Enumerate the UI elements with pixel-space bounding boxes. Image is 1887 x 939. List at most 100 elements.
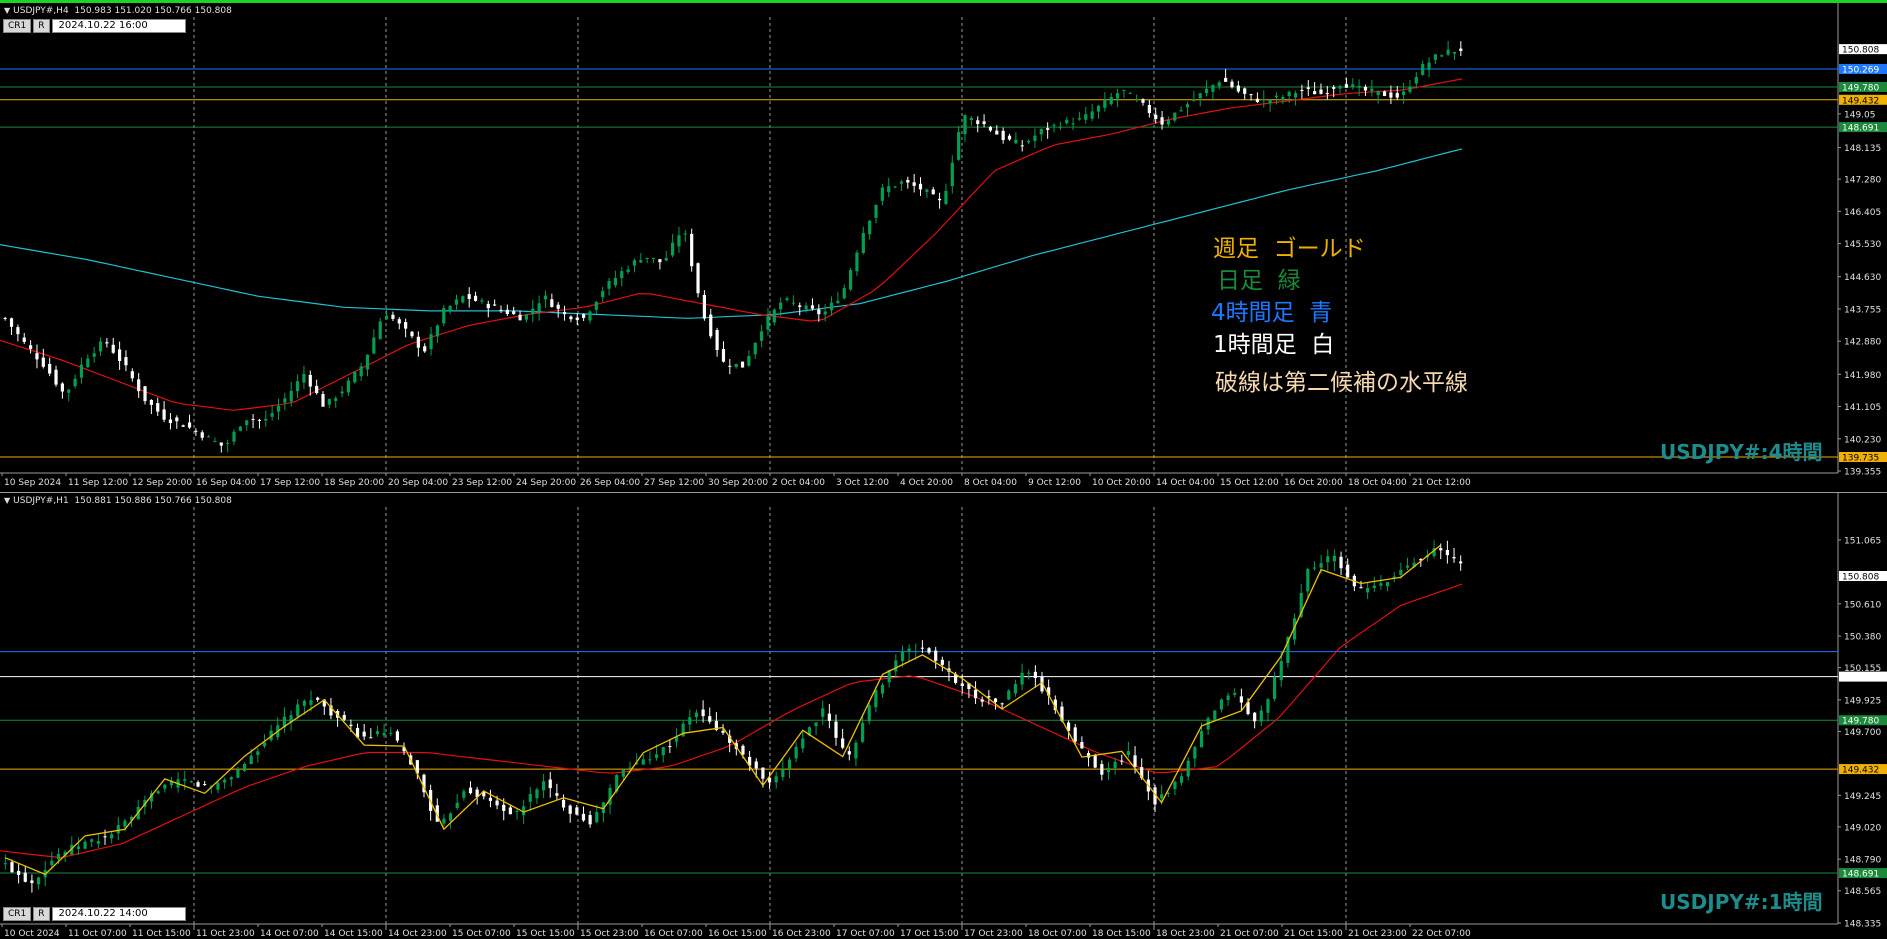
candle-body	[548, 779, 552, 789]
candle-body	[116, 825, 120, 834]
candle-body	[480, 300, 484, 302]
candle-body	[1382, 91, 1387, 96]
candle-body	[1402, 91, 1406, 96]
candle-body	[1160, 794, 1164, 799]
y-tick-label: 148.565	[1844, 887, 1881, 897]
legend-h1: 1時間足 白	[1213, 332, 1335, 358]
candle-body	[607, 281, 611, 289]
h4-chart-pane[interactable]: 150.808 150.269 149.780 149.432 149.05 148.69…	[0, 0, 1887, 490]
x-tick-label: 26 Sep 04:00	[580, 478, 640, 488]
x-tick-label: 14 Oct 23:00	[388, 929, 447, 939]
candle-body	[1103, 99, 1107, 108]
y-tick-label: 139.355	[1844, 468, 1881, 478]
candle-body	[1274, 95, 1279, 98]
candle-body	[1093, 755, 1097, 768]
x-tick-label: 15 Oct 12:00	[1220, 478, 1279, 488]
candle-body	[1312, 567, 1317, 569]
h4-r-button[interactable]: R	[33, 19, 50, 33]
x-tick-label: 21 Oct 23:00	[1348, 929, 1407, 939]
y-tick-label: 149.925	[1844, 696, 1881, 706]
h1-r-button[interactable]: R	[33, 907, 50, 921]
candle-body	[601, 291, 605, 298]
y-tick-label: 150.380	[1844, 633, 1881, 643]
candle-body	[270, 413, 274, 417]
candle-body	[957, 132, 961, 160]
candle-body	[467, 294, 471, 300]
candle-body	[1046, 128, 1050, 130]
x-tick-label: 10 Oct 20:00	[1092, 478, 1151, 488]
candle-body	[1281, 97, 1285, 100]
candle-body	[621, 769, 625, 777]
candle-body	[67, 389, 71, 393]
candle-body	[473, 295, 478, 301]
candle-body	[488, 797, 493, 801]
candle-body	[1433, 54, 1437, 60]
candle-body	[867, 705, 871, 722]
h1-chart-pane[interactable]: 151.065 150.808 150.610 150.380 150.155 150.0…	[0, 492, 1887, 939]
candle-body	[1459, 561, 1463, 564]
candle-body	[410, 331, 414, 337]
candle-body	[1219, 699, 1224, 710]
candle-body	[810, 305, 815, 309]
candle-body	[245, 420, 249, 426]
candle-body	[1414, 76, 1418, 84]
candle-body	[321, 393, 325, 407]
collapse-triangle-icon[interactable]: ▼	[4, 6, 10, 15]
candle-body	[448, 305, 452, 311]
candle-body	[3, 317, 7, 319]
candle-body	[632, 260, 637, 266]
x-tick-label: 10 Sep 2024	[4, 478, 61, 488]
candle-body	[183, 779, 187, 781]
x-tick-label: 15 Oct 15:00	[516, 929, 575, 939]
candle-body	[1332, 87, 1336, 89]
candle-body	[582, 314, 586, 318]
candle-body	[842, 288, 846, 299]
candle-body	[404, 322, 408, 329]
h1-cr-button[interactable]: CR1	[3, 907, 32, 921]
candle-body	[486, 303, 490, 309]
candle-body	[814, 722, 818, 727]
candle-body	[1344, 84, 1349, 88]
candle-body	[54, 369, 58, 385]
x-tick-label: 14 Oct 15:00	[324, 929, 383, 939]
candle-body	[988, 126, 993, 131]
candle-body	[1039, 129, 1043, 135]
candle-body	[308, 374, 312, 387]
candle-body	[1113, 761, 1117, 769]
candle-body	[1319, 563, 1323, 568]
candle-body	[238, 426, 242, 431]
candle-body	[1084, 114, 1088, 120]
h4-chart-svg[interactable]: 150.808 150.269 149.780 149.432 149.05 148.69…	[0, 3, 1887, 490]
candle-body	[96, 841, 100, 844]
candle-body	[262, 742, 267, 747]
candle-body	[1357, 86, 1361, 88]
candle-body	[435, 325, 440, 337]
candle-body	[1213, 710, 1217, 720]
candle-body	[542, 781, 546, 791]
candle-body	[791, 302, 795, 304]
candle-body	[219, 442, 223, 446]
y-tick-label: 151.065	[1844, 536, 1881, 546]
candle-body	[555, 793, 559, 796]
candle-body	[1013, 684, 1018, 694]
x-tick-label: 16 Sep 04:00	[196, 478, 256, 488]
h4-cr-button[interactable]: CR1	[3, 19, 32, 33]
candle-body	[92, 353, 96, 357]
candle-body	[804, 305, 808, 310]
candle-body	[365, 354, 370, 370]
candle-body	[249, 755, 253, 765]
candle-body	[524, 314, 529, 320]
candle-body	[1226, 695, 1230, 700]
candle-body	[1452, 556, 1456, 559]
x-tick-label: 11 Sep 12:00	[68, 478, 128, 488]
collapse-triangle-icon[interactable]: ▼	[4, 496, 10, 505]
candle-body	[696, 263, 700, 294]
x-tick-label: 16 Oct 20:00	[1284, 478, 1343, 488]
candle-body	[105, 342, 109, 344]
candle-body	[73, 378, 77, 387]
candle-body	[734, 363, 738, 368]
h1-chart-svg[interactable]: 151.065150.808150.610150.380150.155150.0…	[0, 493, 1887, 939]
candle-body	[925, 189, 929, 192]
x-tick-label: 15 Oct 07:00	[452, 929, 511, 939]
candle-body	[907, 648, 911, 652]
